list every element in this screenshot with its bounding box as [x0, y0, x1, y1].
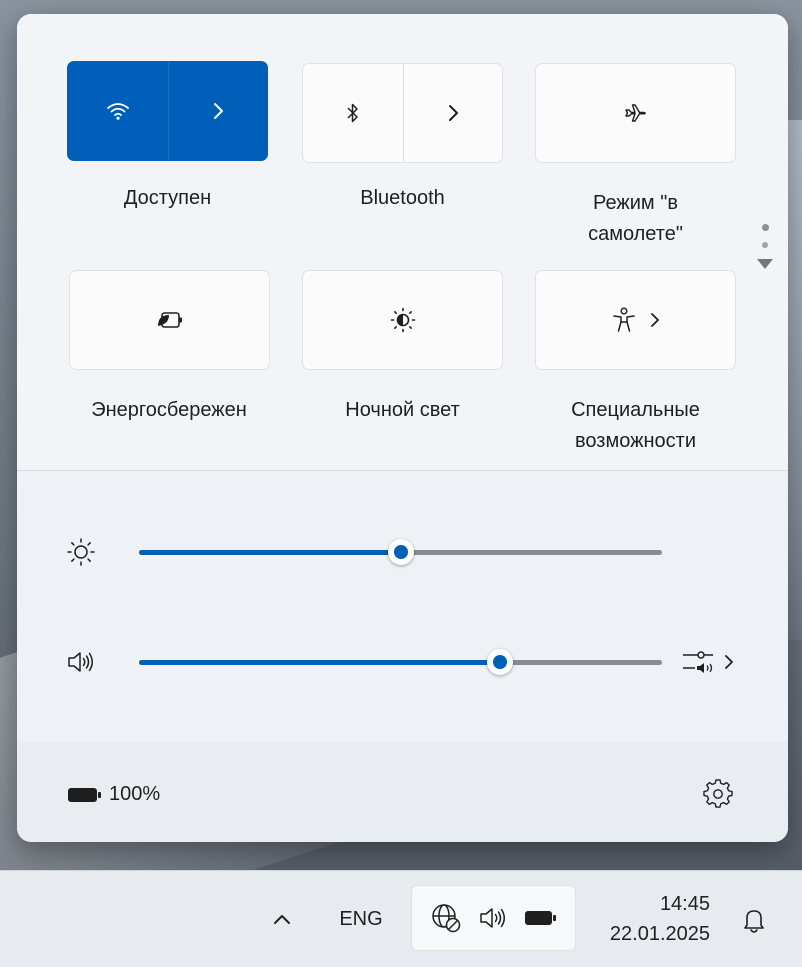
brightness-slider-thumb[interactable] [387, 539, 414, 565]
brightness-slider-row [17, 532, 788, 572]
wifi-label: Доступен [123, 187, 212, 209]
airplane-mode-label-line2: самолете" [588, 223, 683, 245]
night-light-label: Ночной свет [345, 399, 460, 421]
speaker-icon [65, 646, 97, 678]
airplane-mode-tile[interactable] [535, 63, 736, 163]
clock-date: 22.01.2025 [609, 923, 710, 945]
next-page-arrow-icon[interactable] [757, 259, 773, 269]
volume-slider[interactable] [139, 649, 662, 675]
wifi-icon [106, 101, 130, 121]
accessibility-label: Специальные возможности [535, 395, 736, 457]
bluetooth-label: Bluetooth [360, 187, 445, 209]
bluetooth-tile[interactable] [302, 63, 503, 163]
volume-slider-fill [139, 660, 500, 665]
night-light-icon [389, 306, 417, 334]
brightness-slider[interactable] [139, 539, 662, 565]
battery-icon [524, 909, 558, 927]
chevron-right-icon [446, 103, 460, 123]
chevron-right-icon [723, 653, 735, 671]
show-hidden-icons-button[interactable] [262, 899, 302, 939]
audio-mixer-icon [679, 646, 719, 678]
volume-slider-row [17, 642, 788, 682]
clock-button[interactable]: 14:45 22.01.2025 [590, 889, 710, 949]
input-language-button[interactable]: ENG [326, 899, 396, 939]
wifi-tile[interactable] [67, 61, 268, 161]
system-tray-quick-settings-button[interactable] [411, 885, 576, 951]
quick-settings-flyout: Доступен Bluetooth Режим "в самолете" Эн… [17, 14, 788, 842]
bell-icon [742, 907, 766, 935]
wifi-toggle[interactable] [68, 62, 169, 160]
bluetooth-toggle[interactable] [303, 64, 404, 162]
settings-button[interactable] [703, 779, 733, 809]
airplane-mode-label: Режим "в самолете" [535, 188, 736, 250]
battery-status-button[interactable]: 100% [67, 783, 160, 806]
taskbar: ENG 14:45 22.01.2025 [0, 870, 802, 967]
wifi-expand-button[interactable] [169, 62, 268, 160]
globe-no-internet-icon [429, 901, 463, 935]
notifications-button[interactable] [732, 899, 776, 943]
accessibility-label-line1: Специальные [571, 399, 700, 421]
accessibility-tile[interactable] [535, 270, 736, 370]
audio-output-button[interactable] [679, 646, 743, 678]
accessibility-icon [611, 306, 637, 334]
battery-saver-tile[interactable] [69, 270, 270, 370]
night-light-tile[interactable] [302, 270, 503, 370]
bluetooth-expand-button[interactable] [404, 64, 503, 162]
airplane-mode-label-line1: Режим "в [593, 192, 678, 214]
accessibility-label-line2: возможности [575, 430, 696, 452]
battery-percentage: 100% [109, 783, 161, 805]
quick-settings-tiles: Доступен Bluetooth Режим "в самолете" Эн… [17, 14, 788, 470]
airplane-icon [623, 100, 649, 126]
battery-saver-label: Энергосбережен [91, 399, 247, 421]
chevron-up-icon [272, 912, 292, 926]
quick-settings-footer: 100% [17, 741, 788, 842]
page-dot[interactable] [762, 242, 768, 248]
speaker-icon [477, 902, 509, 934]
chevron-right-icon [211, 101, 225, 121]
bluetooth-icon [345, 101, 361, 125]
battery-icon [67, 786, 103, 804]
brightness-icon [65, 536, 97, 568]
gear-icon [703, 779, 733, 809]
brightness-slider-fill [139, 550, 401, 555]
chevron-right-icon [649, 311, 661, 329]
volume-slider-thumb[interactable] [486, 649, 513, 675]
tiles-page-indicator[interactable] [757, 224, 773, 269]
clock-time: 14:45 [659, 893, 710, 915]
page-dot-active[interactable] [761, 224, 769, 231]
tiles-divider [17, 470, 788, 471]
battery-saver-icon [155, 310, 185, 330]
